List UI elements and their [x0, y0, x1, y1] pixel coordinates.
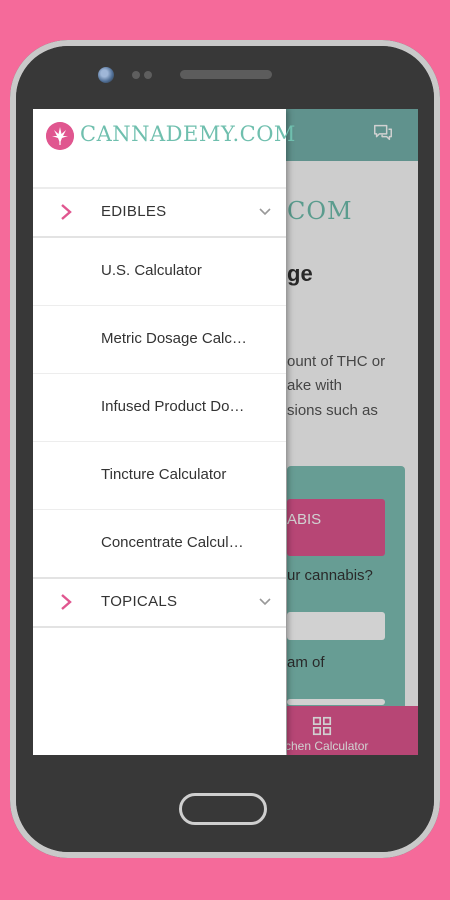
drawer-section-edibles[interactable]: EDIBLES — [33, 189, 286, 238]
drawer-item-label: Metric Dosage Calc… — [101, 330, 247, 347]
navigation-drawer: CANNADEMY.COM EDIBLES U.S. Calculator Me… — [33, 109, 295, 755]
drawer-section-topicals[interactable]: TOPICALS — [33, 579, 286, 628]
brand-logo-text: CANNADEMY.COM — [80, 122, 296, 146]
drawer-header: CANNADEMY.COM — [33, 109, 295, 189]
sensor-dot — [132, 71, 140, 79]
chevron-right-icon — [61, 204, 72, 220]
chevron-right-icon — [61, 594, 72, 610]
drawer-item-label: U.S. Calculator — [101, 262, 202, 279]
drawer-item-label: Infused Product Do… — [101, 398, 245, 415]
earpiece-speaker — [180, 70, 272, 79]
section-label: EDIBLES — [101, 203, 167, 220]
drawer-item-tincture-calculator[interactable]: Tincture Calculator — [33, 442, 286, 510]
chevron-down-icon — [259, 598, 271, 606]
screen: COM ge ount of THC or ake with sions suc… — [33, 109, 418, 755]
drawer-item-label: Tincture Calculator — [101, 466, 227, 483]
cannabis-leaf-logo-icon — [46, 122, 74, 150]
drawer-item-label: Concentrate Calcul… — [101, 534, 244, 551]
chevron-down-icon — [259, 208, 271, 216]
sensor-dot — [144, 71, 152, 79]
drawer-item-us-calculator[interactable]: U.S. Calculator — [33, 238, 286, 306]
section-label: TOPICALS — [101, 593, 178, 610]
drawer-item-metric-dosage-calculator[interactable]: Metric Dosage Calc… — [33, 306, 286, 374]
front-camera — [98, 67, 114, 83]
drawer-item-infused-product-dosage[interactable]: Infused Product Do… — [33, 374, 286, 442]
drawer-item-concentrate-calculator[interactable]: Concentrate Calcul… — [33, 510, 286, 579]
home-button[interactable] — [179, 793, 267, 825]
